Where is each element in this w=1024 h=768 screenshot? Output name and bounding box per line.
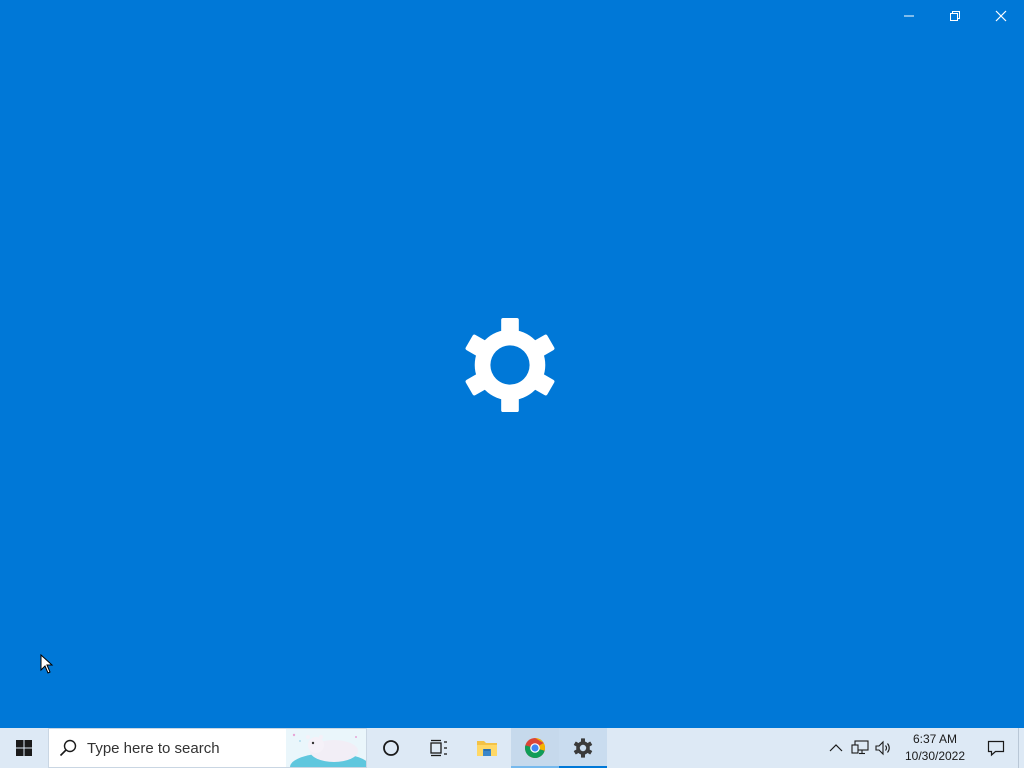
chrome-taskbar-button[interactable] xyxy=(511,728,559,768)
show-desktop-button[interactable] xyxy=(1018,728,1024,768)
taskbar-clock[interactable]: 6:37 AM 10/30/2022 xyxy=(896,728,974,768)
file-explorer-button[interactable] xyxy=(463,728,511,768)
close-button[interactable] xyxy=(978,0,1024,32)
gear-icon xyxy=(573,738,593,758)
network-button[interactable] xyxy=(848,728,872,768)
network-icon xyxy=(851,740,869,755)
folder-icon xyxy=(477,741,497,756)
gear-icon xyxy=(465,317,555,413)
volume-button[interactable] xyxy=(872,728,896,768)
clock-date: 10/30/2022 xyxy=(904,749,966,763)
restore-button[interactable] xyxy=(932,0,978,32)
start-button[interactable] xyxy=(0,728,48,768)
search-placeholder: Type here to search xyxy=(87,739,220,757)
volume-icon xyxy=(875,740,890,756)
search-icon xyxy=(49,739,87,757)
windows-logo-icon xyxy=(16,740,32,756)
chevron-up-icon xyxy=(829,744,843,752)
settings-taskbar-button[interactable] xyxy=(559,728,607,768)
search-highlight-art xyxy=(286,729,366,767)
chrome-icon xyxy=(524,738,546,759)
settings-splash-window xyxy=(0,0,1024,728)
restore-icon xyxy=(950,11,960,21)
window-controls xyxy=(886,0,1024,32)
minimize-button[interactable] xyxy=(886,0,932,32)
close-icon xyxy=(995,10,1007,22)
minimize-icon xyxy=(904,15,914,17)
mouse-cursor-icon xyxy=(40,654,54,674)
system-tray: 6:37 AM 10/30/2022 xyxy=(824,728,1024,768)
action-center-icon xyxy=(987,740,1005,757)
show-hidden-icons-button[interactable] xyxy=(824,728,848,768)
cortana-button[interactable] xyxy=(367,728,415,768)
taskbar: Type here to search 6:37 AM 10/30/2022 xyxy=(0,728,1024,768)
cortana-circle-icon xyxy=(383,740,399,756)
taskbar-search-box[interactable]: Type here to search xyxy=(48,728,367,768)
clock-time: 6:37 AM xyxy=(912,732,958,746)
task-view-button[interactable] xyxy=(415,728,463,768)
task-view-icon xyxy=(430,739,447,757)
action-center-button[interactable] xyxy=(974,728,1018,768)
